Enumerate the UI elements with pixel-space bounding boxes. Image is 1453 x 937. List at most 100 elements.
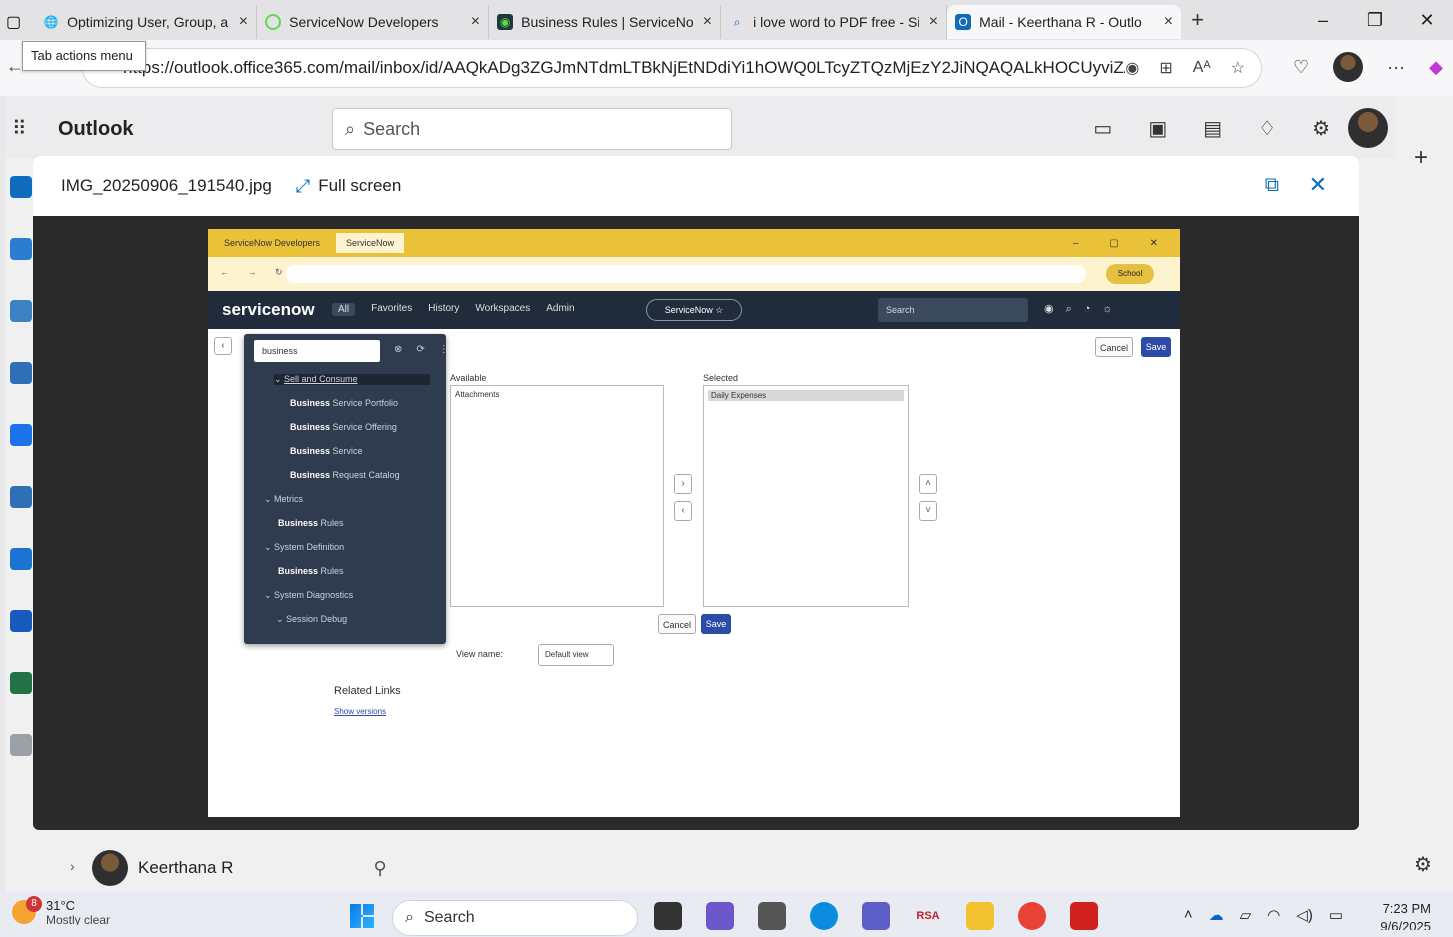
app-available-icon[interactable]: ⊞ [1159,58,1172,78]
onedrive-icon[interactable]: ☁ [1209,906,1224,924]
tab-actions-tooltip: Tab actions menu [22,41,146,71]
read-aloud-icon[interactable]: Aᴬ [1193,59,1211,77]
address-bar[interactable]: https://outlook.office365.com/mail/inbox… [82,48,1262,88]
copilot-icon[interactable]: ◆ [1429,57,1443,78]
menu-item: ⌄ System Diagnostics [264,590,354,600]
copilot-taskbar-icon[interactable] [758,902,786,930]
close-tab-icon[interactable]: × [1164,13,1173,31]
browser-tab-1[interactable]: 🌐 Optimizing User, Group, ar × [35,5,258,39]
servicenow-logo: servicenow [222,300,315,319]
school-badge: School [1106,264,1154,284]
screenshot-tab: ServiceNow Developers [224,238,321,248]
browser-tab-2[interactable]: ServiceNow Developers × [257,5,490,39]
pop-out-icon[interactable]: ⧉ [1265,174,1279,197]
system-tray: ˄ ☁ ▱ ◠ ◁) ▭ [1184,906,1343,924]
attachment-icon: ⚲ [373,857,387,878]
menu-item: Business Service Offering [290,422,397,432]
message-sender-row[interactable]: › Keerthana R ⚲ [52,844,472,892]
todo-icon[interactable] [10,424,32,446]
add-app-icon[interactable]: + [1414,144,1428,172]
onenote-icon[interactable]: ▣ [1148,116,1167,141]
settings-gear-icon[interactable]: ⚙ [1312,116,1330,141]
org-icon[interactable] [10,486,32,508]
excel-icon[interactable] [10,672,32,694]
close-tab-icon[interactable]: × [239,13,248,31]
screenshot-nav-icons: ← → ↻ [220,267,291,277]
teams-icon[interactable] [862,902,890,930]
file-explorer-icon[interactable] [966,902,994,930]
search-icon: ⌕ [405,909,414,926]
close-icon[interactable]: ✕ [1309,172,1327,198]
show-hidden-icons-icon[interactable]: ˄ [1184,906,1193,924]
rsa-icon[interactable]: RSA [914,902,942,930]
selected-item: Daily Expenses [708,390,904,401]
full-screen-button[interactable]: ⤢ Full screen [296,176,402,197]
files-icon[interactable] [10,548,32,570]
app-launcher-icon[interactable]: ⠿ [12,116,27,141]
available-list: Attachments [450,385,664,607]
browser-essentials-icon[interactable]: ♡ [1293,57,1309,78]
profile-avatar[interactable] [1333,52,1364,82]
volume-icon[interactable]: ◁) [1296,906,1313,924]
tab-actions-icon[interactable]: ▢ [6,12,21,32]
widgets-icon[interactable] [706,902,734,930]
weather-widget[interactable]: 8 31°C Mostly clear [12,895,110,925]
sidebar-settings-icon[interactable]: ⚙ [1414,852,1432,877]
task-view-icon[interactable] [654,902,682,930]
cancel-button: Cancel [658,614,696,634]
minimize-icon[interactable]: – [1297,10,1349,31]
account-avatar[interactable] [1348,108,1388,148]
outlook-header: ⠿ Outlook ⌕ Search ▭ ▣ ▤ ♢ ⚙ [6,96,1396,158]
menu-item: ⌄ Metrics [264,494,304,504]
teams-chat-icon[interactable]: ▭ [1093,116,1112,141]
people-icon[interactable] [10,300,32,322]
move-up-icon: ˄ [919,474,937,494]
move-right-icon: › [674,474,692,494]
chrome-icon[interactable] [1018,902,1046,930]
menu-item: Business Service [290,446,363,456]
word-icon[interactable] [10,610,32,632]
more-icon[interactable]: ··· [1387,57,1405,78]
wifi-icon[interactable]: ◠ [1267,906,1280,924]
close-tab-icon[interactable]: × [471,13,480,31]
close-tab-icon[interactable]: × [703,13,712,31]
taskbar-clock[interactable]: 7:23 PM 9/6/2025 [1380,900,1431,930]
expand-chevron-icon[interactable]: › [70,858,75,874]
servicenow-navbar: servicenow All Favorites History Workspa… [208,291,1180,329]
restore-icon[interactable]: ❐ [1349,10,1401,31]
new-tab-button[interactable]: + [1191,7,1204,33]
top-save-button: Save [1141,337,1171,357]
acrobat-icon[interactable] [1070,902,1098,930]
nav-admin: Admin [546,303,575,314]
menu-item: Business Rules [278,518,344,528]
browser-tab-3[interactable]: ◉ Business Rules | ServiceNo × [489,5,722,39]
close-window-icon[interactable]: ✕ [1401,10,1453,31]
globe-icon: 🌐 [43,15,59,29]
clock-time: 7:23 PM [1382,901,1431,916]
notifications-bell-icon[interactable]: ♢ [1258,116,1276,141]
show-versions-link: Show versions [334,707,387,716]
nav-favorites: Favorites [371,303,413,314]
top-cancel-button: Cancel [1095,337,1133,357]
groups-icon[interactable] [10,362,32,384]
outlook-icon: O [955,14,972,30]
url-text: https://outlook.office365.com/mail/inbox… [123,58,1126,77]
start-windows-icon[interactable] [350,904,374,928]
battery-icon[interactable]: ▭ [1329,906,1343,924]
my-day-icon[interactable]: ▤ [1203,116,1222,141]
browser-tab-4[interactable]: ⌕ i love word to PDF free - Si × [721,5,948,39]
browser-tab-5[interactable]: O Mail - Keerthana R - Outlo × [947,5,1182,39]
tracking-icon[interactable]: ◉ [1125,58,1139,78]
outlook-search-input[interactable]: ⌕ Search [332,108,732,150]
servicenow-form: ‹ Cancel Save Available Selected Attachm… [208,329,1180,817]
apps-icon[interactable] [10,734,32,756]
taskbar-search[interactable]: ⌕ Search [392,900,638,936]
favorite-star-icon[interactable]: ☆ [1231,58,1245,78]
nav-all: All [332,303,356,316]
device-icon[interactable]: ▱ [1240,906,1252,924]
close-tab-icon[interactable]: × [929,13,938,31]
attached-screenshot: ServiceNow Developers ServiceNow – ▢ ✕ ←… [208,229,1180,817]
mail-icon[interactable] [10,176,32,198]
calendar-icon[interactable] [10,238,32,260]
edge-icon[interactable] [810,902,838,930]
